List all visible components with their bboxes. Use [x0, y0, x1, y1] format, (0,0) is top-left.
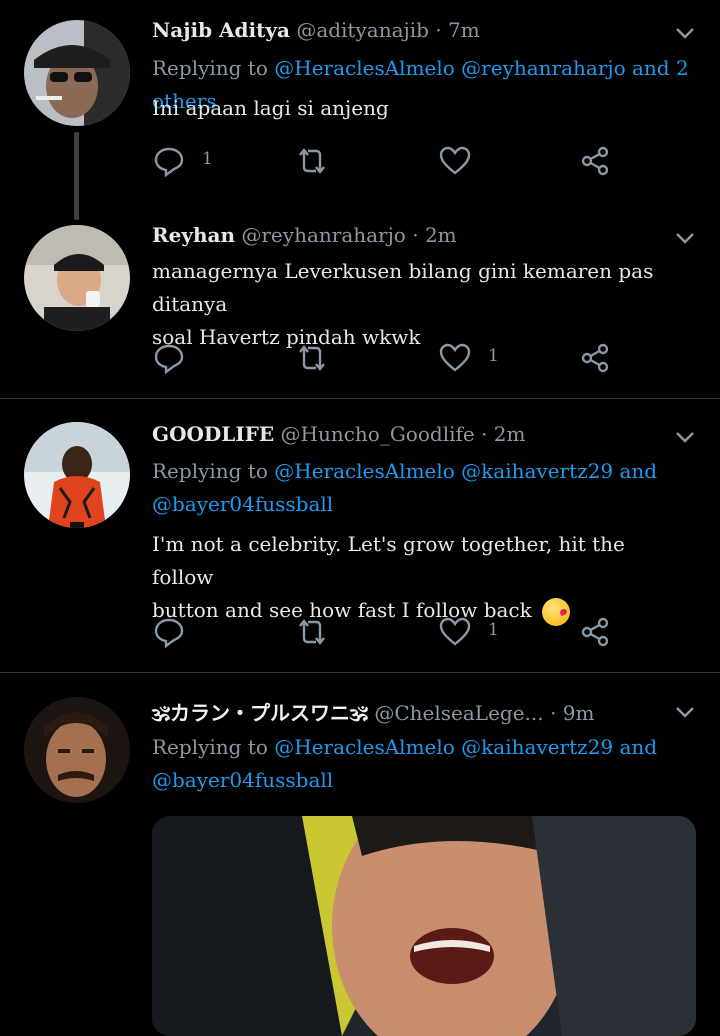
- display-name[interactable]: Najib Aditya: [152, 18, 290, 42]
- retweet-icon: [299, 345, 325, 371]
- replying-prefix: Replying to: [152, 56, 268, 80]
- avatar[interactable]: [24, 20, 130, 126]
- reply-count: 1: [202, 149, 213, 169]
- separator-dot: ·: [412, 223, 419, 247]
- tweet-text-line: managernya Leverkusen bilang gini kemare…: [152, 259, 654, 316]
- action-bar: 1: [152, 338, 632, 378]
- share-icon: [581, 146, 609, 176]
- media-photo: [152, 816, 696, 1036]
- timestamp[interactable]: 7m: [448, 18, 480, 42]
- share-icon: [581, 343, 609, 373]
- retweet-icon: [299, 148, 325, 174]
- tweet-goodlife[interactable]: GOODLIFE @Huncho_Goodlife · 2m Replying …: [0, 399, 720, 672]
- tweet-header: 🕉カラン・プルスワニ🕉 @ChelseaLege... · 9m: [152, 697, 594, 726]
- timestamp[interactable]: 9m: [563, 701, 595, 725]
- display-name[interactable]: GOODLIFE: [152, 422, 274, 446]
- tweet-header: GOODLIFE @Huncho_Goodlife · 2m: [152, 422, 526, 446]
- replying-mentions[interactable]: @HeraclesAlmelo @kaihavertz29 and: [274, 735, 657, 759]
- user-handle[interactable]: @ChelseaLege...: [374, 701, 543, 725]
- chevron-down-icon[interactable]: [672, 20, 698, 46]
- timestamp[interactable]: 2m: [494, 422, 526, 446]
- display-name[interactable]: Reyhan: [152, 223, 235, 247]
- chevron-down-icon[interactable]: [672, 424, 698, 450]
- tweet-reyhan[interactable]: Reyhan @reyhanraharjo · 2m managernya Le…: [0, 200, 720, 398]
- user-handle[interactable]: @reyhanraharjo: [241, 223, 405, 247]
- avatar[interactable]: [24, 697, 130, 803]
- replying-mentions[interactable]: @HeraclesAlmelo @kaihavertz29 and: [274, 459, 657, 483]
- tweet-header: Najib Aditya @adityanajib · 7m: [152, 18, 480, 42]
- reply-icon: [154, 344, 184, 374]
- tweet-text: Ini apaan lagi si anjeng: [152, 96, 389, 120]
- tweet-text-line: I'm not a celebrity. Let's grow together…: [152, 532, 625, 589]
- user-handle[interactable]: @Huncho_Goodlife: [281, 422, 475, 446]
- user-handle[interactable]: @adityanajib: [296, 18, 429, 42]
- reply-icon: [154, 147, 184, 177]
- separator-dot: ·: [435, 18, 442, 42]
- timestamp[interactable]: 2m: [425, 223, 457, 247]
- tweet-header: Reyhan @reyhanraharjo · 2m: [152, 223, 457, 247]
- chevron-down-icon[interactable]: [672, 699, 698, 725]
- like-count: 1: [488, 346, 499, 366]
- replying-to: Replying to @HeraclesAlmelo @kaihavertz2…: [152, 455, 692, 521]
- replying-to: Replying to @HeraclesAlmelo @kaihavertz2…: [152, 731, 692, 797]
- separator-dot: ·: [481, 422, 488, 446]
- avatar[interactable]: [24, 422, 130, 528]
- display-name[interactable]: 🕉カラン・プルスワニ🕉: [152, 701, 368, 725]
- share-icon: [581, 617, 609, 647]
- heart-icon: [439, 617, 471, 646]
- action-bar: 1: [152, 141, 632, 181]
- replying-mentions[interactable]: @bayer04fussball: [152, 764, 692, 797]
- replying-prefix: Replying to: [152, 735, 268, 759]
- chevron-down-icon[interactable]: [672, 225, 698, 251]
- heart-icon: [439, 343, 471, 372]
- avatar[interactable]: [24, 225, 130, 331]
- tweet-media-image[interactable]: [152, 816, 696, 1036]
- like-count: 1: [488, 620, 499, 640]
- replying-prefix: Replying to: [152, 459, 268, 483]
- tweet-najib[interactable]: Najib Aditya @adityanajib · 7m Replying …: [0, 0, 720, 220]
- retweet-icon: [299, 619, 325, 645]
- heart-icon: [439, 146, 471, 175]
- separator-dot: ·: [550, 701, 557, 725]
- replying-mentions[interactable]: @bayer04fussball: [152, 488, 692, 521]
- reply-icon: [154, 618, 184, 648]
- action-bar: 1: [152, 612, 632, 652]
